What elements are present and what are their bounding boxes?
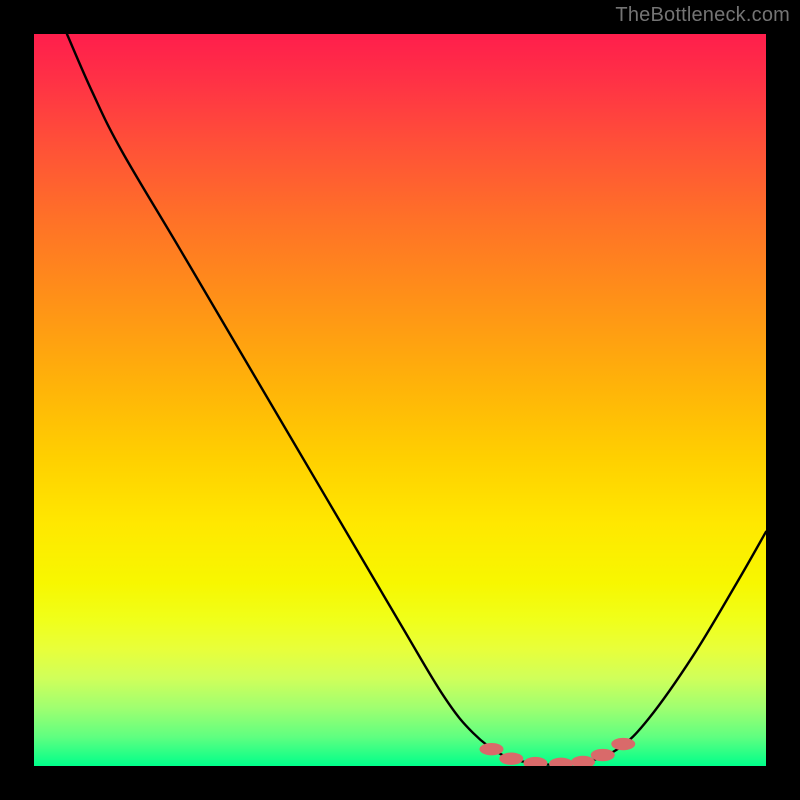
plot-area — [34, 34, 766, 766]
optimal-marker — [571, 756, 595, 766]
chart-container: TheBottleneck.com — [0, 0, 800, 800]
optimal-marker — [611, 738, 635, 750]
optimal-marker — [523, 757, 547, 766]
optimal-marker — [549, 758, 573, 766]
bottleneck-curve — [67, 34, 766, 765]
plot-svg — [34, 34, 766, 766]
optimal-marker — [591, 749, 615, 761]
optimal-marker — [499, 752, 523, 764]
optimal-marker — [480, 743, 504, 755]
optimal-region-markers — [480, 738, 636, 766]
watermark-text: TheBottleneck.com — [615, 4, 790, 27]
